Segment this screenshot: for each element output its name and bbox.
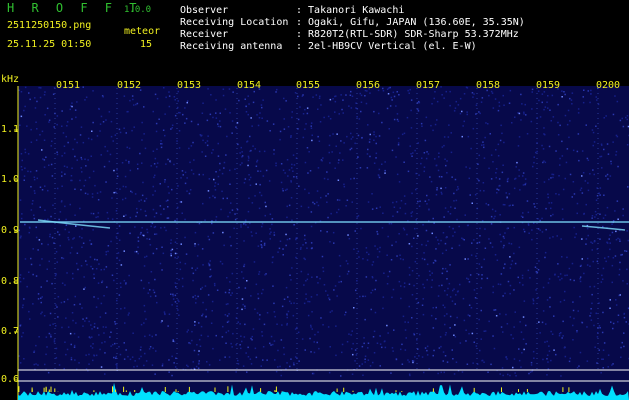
minute-label-0155: 0155 (296, 80, 321, 91)
minute-label-0152: 0152 (117, 80, 142, 91)
y-tick-0.7: 0.7 (1, 326, 20, 337)
minute-label-0158: 0158 (476, 80, 501, 91)
y-tick-0.8: 0.8 (1, 276, 20, 287)
y-tick-0.9: 0.9 (1, 225, 20, 236)
minute-label-0154: 0154 (237, 80, 262, 91)
minute-label-0153: 0153 (177, 80, 202, 91)
minute-label-0200: 0200 (596, 80, 621, 91)
y-unit-label: kHz (1, 74, 20, 85)
minute-label-0159: 0159 (536, 80, 561, 91)
minute-label-0156: 0156 (356, 80, 381, 91)
y-tick-1.1: 1.1 (1, 124, 20, 135)
spectrogram (14, 86, 629, 400)
minute-label-0151: 0151 (56, 80, 81, 91)
y-tick-1.0: 1.0 (1, 174, 20, 185)
minute-label-0157: 0157 (416, 80, 441, 91)
y-tick-0.6: 0.6 (1, 374, 20, 385)
